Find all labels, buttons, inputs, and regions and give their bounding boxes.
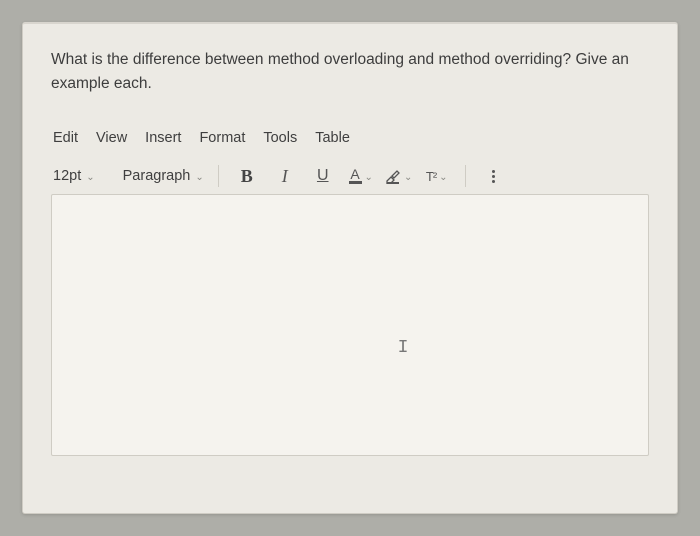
menu-table[interactable]: Table	[315, 130, 350, 146]
superscript-icon: T²	[426, 169, 436, 184]
chevron-down-icon: ⌄	[195, 172, 203, 183]
menu-insert[interactable]: Insert	[145, 130, 181, 146]
menu-view[interactable]: View	[96, 130, 127, 146]
bold-icon: B	[241, 166, 253, 187]
menu-bar: Edit View Insert Format Tools Table	[51, 130, 649, 146]
chevron-down-icon: ⌄	[439, 172, 447, 183]
paragraph-style-label: Paragraph	[123, 168, 191, 184]
superscript-button[interactable]: T² ⌄	[423, 164, 451, 188]
italic-icon: I	[282, 166, 288, 187]
font-size-label: 12pt	[53, 168, 81, 184]
chevron-down-icon: ⌄	[365, 172, 373, 183]
rich-text-area[interactable]: I	[51, 194, 649, 456]
chevron-down-icon: ⌄	[404, 172, 412, 183]
toolbar-divider	[218, 165, 219, 187]
menu-tools[interactable]: Tools	[263, 130, 297, 146]
more-vertical-icon	[492, 170, 495, 183]
menu-format[interactable]: Format	[199, 130, 245, 146]
text-color-icon: A	[349, 168, 362, 184]
highlight-button[interactable]: ⌄	[385, 164, 413, 188]
paragraph-style-select[interactable]: Paragraph ⌄	[123, 168, 204, 184]
highlight-icon	[385, 168, 401, 184]
toolbar-divider	[465, 165, 466, 187]
format-toolbar: 12pt ⌄ Paragraph ⌄ B I U A ⌄	[51, 164, 649, 188]
more-options-button[interactable]	[480, 164, 508, 188]
text-cursor: I	[398, 338, 409, 358]
text-color-button[interactable]: A ⌄	[347, 164, 375, 188]
editor-card: What is the difference between method ov…	[22, 22, 678, 514]
font-size-select[interactable]: 12pt ⌄	[53, 168, 95, 184]
underline-icon: U	[317, 167, 329, 185]
menu-edit[interactable]: Edit	[53, 130, 78, 146]
chevron-down-icon: ⌄	[86, 172, 94, 183]
bold-button[interactable]: B	[233, 164, 261, 188]
underline-button[interactable]: U	[309, 164, 337, 188]
question-text: What is the difference between method ov…	[51, 48, 649, 96]
italic-button[interactable]: I	[271, 164, 299, 188]
